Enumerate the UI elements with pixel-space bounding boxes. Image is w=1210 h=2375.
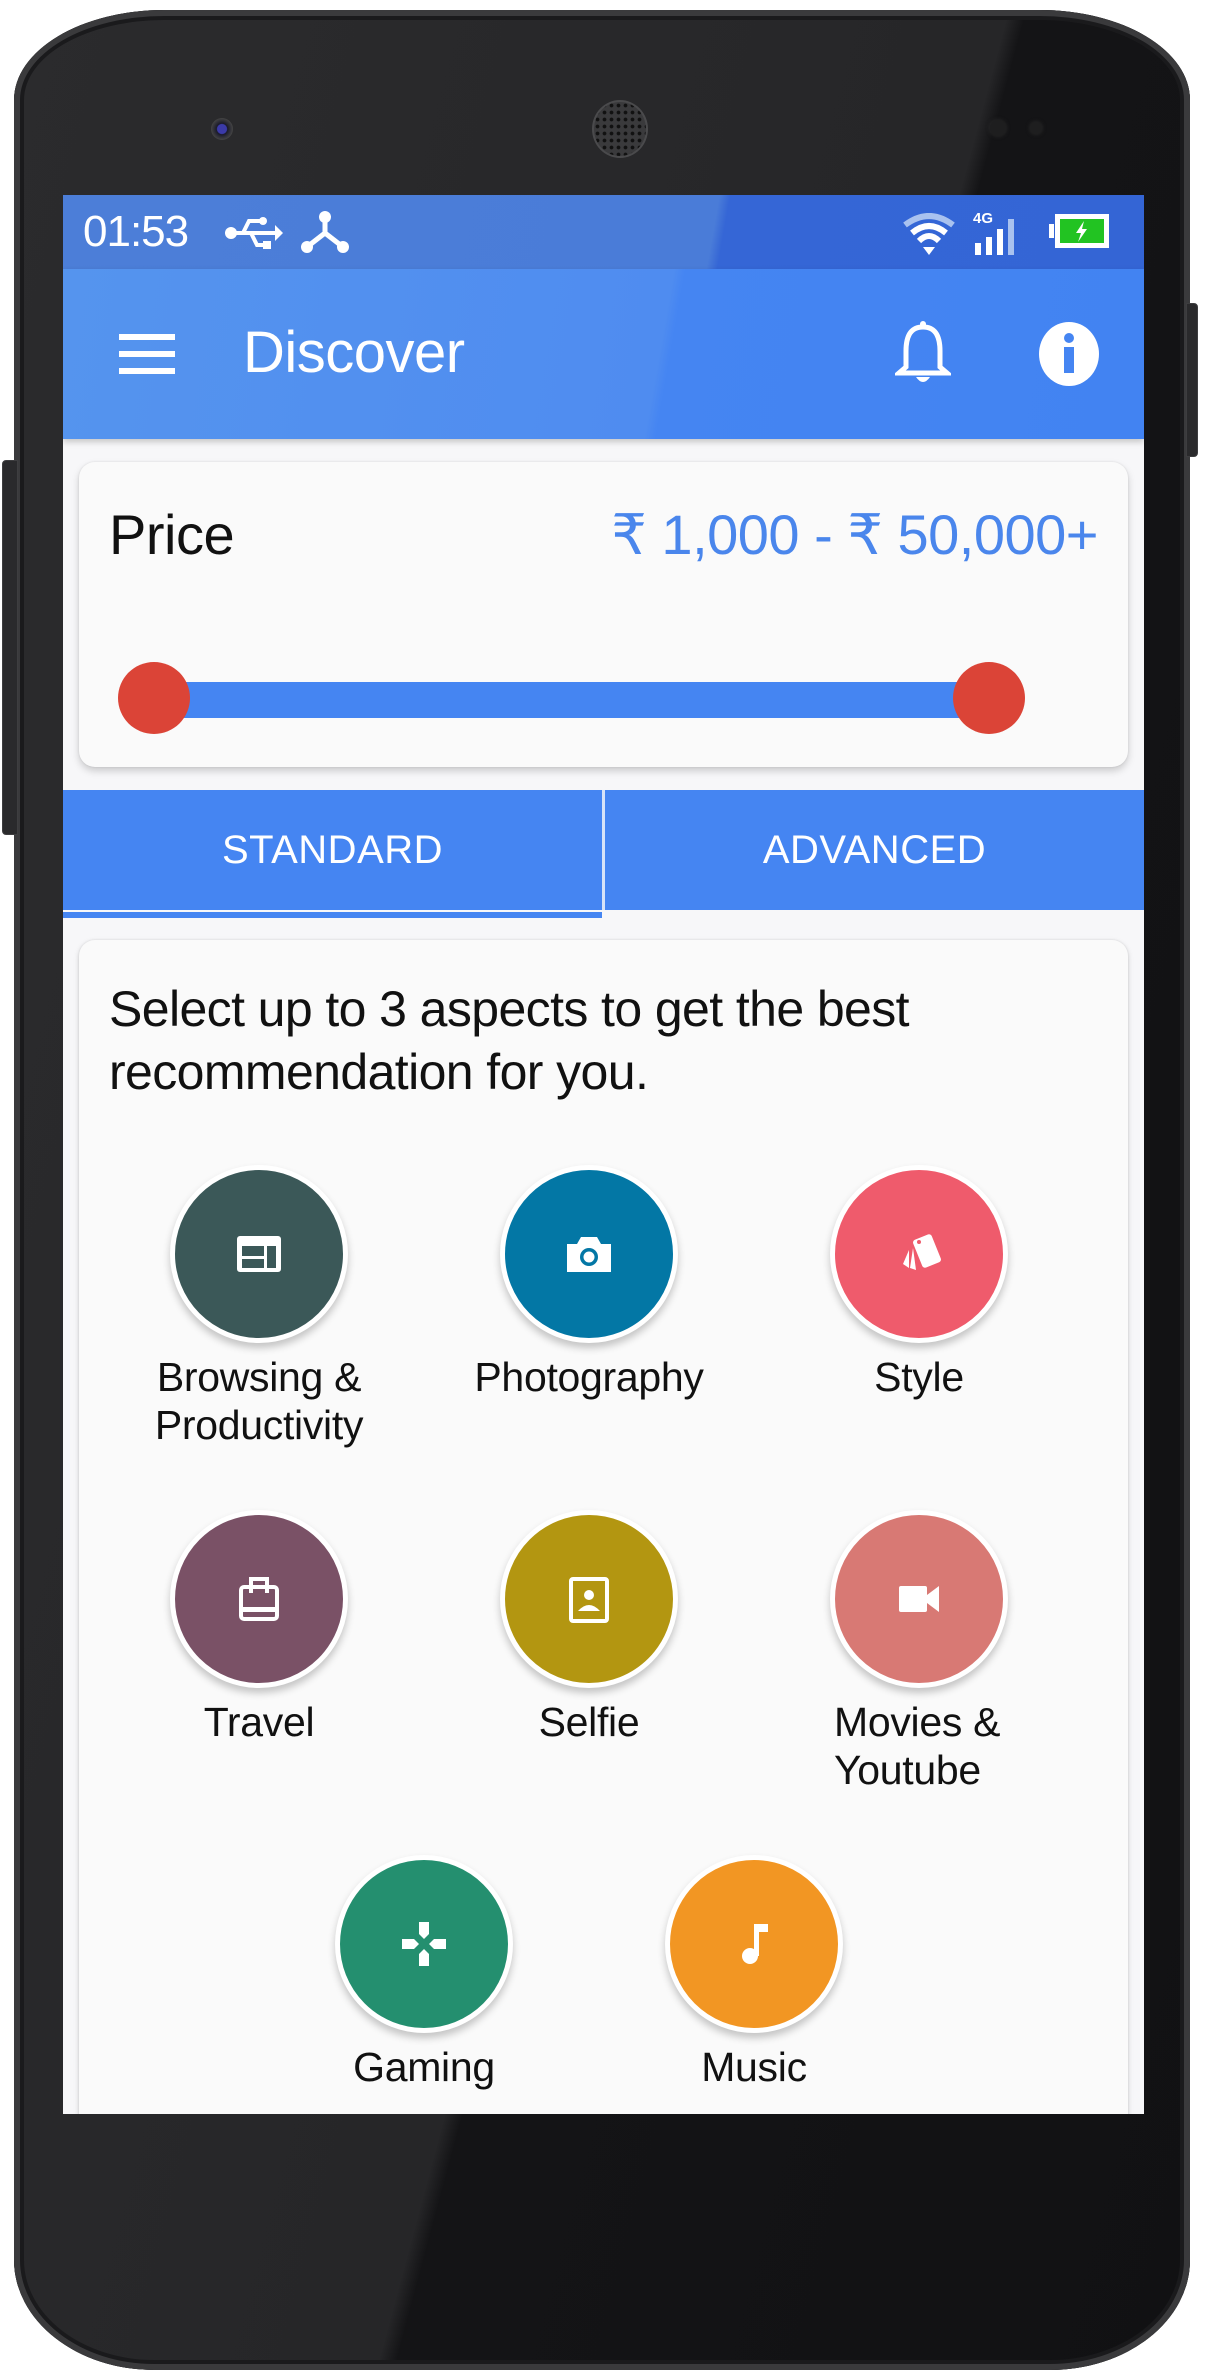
aspect-circle	[665, 1855, 843, 2033]
app-bar: Discover	[63, 269, 1144, 439]
status-time: 01:53	[83, 207, 189, 256]
proximity-sensor	[990, 120, 1006, 136]
active-tab-indicator	[63, 912, 602, 918]
portrait-icon	[569, 1577, 609, 1623]
page-title: Discover	[243, 320, 465, 385]
aspect-movies-youtube[interactable]: Movies & Youtube	[754, 1510, 1084, 1794]
aspect-label-line1: Movies &	[834, 1699, 1001, 1745]
aspect-label: Selfie	[424, 1698, 754, 1746]
tab-advanced-label: ADVANCED	[762, 827, 987, 872]
browser-window-icon	[237, 1236, 281, 1272]
aspect-label-line2: Productivity	[154, 1402, 364, 1448]
camera-icon	[567, 1237, 611, 1272]
aspects-card: Select up to 3 aspects to get the best r…	[79, 940, 1128, 2114]
aspect-label: Gaming	[259, 2043, 589, 2091]
slider-max-thumb[interactable]	[953, 662, 1025, 734]
tab-standard[interactable]: STANDARD	[63, 790, 602, 910]
aspect-selfie[interactable]: Selfie	[424, 1510, 754, 1746]
network-type-label: 4G	[973, 210, 993, 227]
aspect-circle	[830, 1510, 1008, 1688]
price-range-value: ₹ 1,000 - ₹ 50,000+	[611, 503, 1098, 566]
battery-charging-icon	[1049, 214, 1109, 248]
aspect-label-line2: Youtube	[834, 1747, 981, 1793]
aspect-label: Photography	[424, 1353, 754, 1401]
bell-icon[interactable]	[895, 321, 951, 387]
slider-min-thumb[interactable]	[118, 662, 190, 734]
light-sensor	[1030, 122, 1042, 134]
info-icon[interactable]	[1038, 321, 1100, 387]
volume-button	[2, 460, 18, 835]
aspect-circle	[170, 1510, 348, 1688]
aspect-label-line1: Photography	[474, 1354, 704, 1400]
mode-tabs: STANDARD ADVANCED	[63, 790, 1144, 920]
price-range-slider[interactable]	[118, 662, 1025, 734]
luggage-bag-icon	[239, 1577, 279, 1621]
screen: 01:53 4G Discover Price ₹ 1,000 - ₹ 50,0…	[63, 195, 1144, 2114]
aspect-label: Music	[589, 2043, 919, 2091]
aspects-prompt: Select up to 3 aspects to get the best r…	[109, 981, 910, 1100]
gamepad-icon	[402, 1922, 446, 1966]
aspect-label-line1: Gaming	[353, 2044, 495, 2090]
aspect-gaming[interactable]: Gaming	[259, 1855, 589, 2091]
earpiece-speaker	[592, 100, 648, 158]
price-label: Price	[109, 503, 235, 566]
aspect-circle	[335, 1855, 513, 2033]
power-button	[1186, 303, 1198, 457]
music-note-icon	[742, 1924, 768, 1964]
status-bar: 01:53 4G	[63, 195, 1144, 269]
front-camera	[211, 118, 233, 140]
aspect-circle	[830, 1165, 1008, 1343]
aspect-browsing-productivity[interactable]: Browsing & Productivity	[94, 1165, 424, 1449]
aspect-label-line1: Travel	[203, 1699, 315, 1745]
aspect-label-line1: Browsing &	[156, 1354, 362, 1400]
video-camera-icon	[899, 1586, 939, 1612]
signal-4g-icon: 4G	[973, 210, 1014, 255]
usb-icon	[225, 217, 283, 249]
aspect-style[interactable]: Style	[754, 1165, 1084, 1401]
aspect-label-line1: Selfie	[538, 1699, 640, 1745]
aspect-label: Style	[754, 1353, 1084, 1401]
aspect-circle	[500, 1510, 678, 1688]
tab-advanced[interactable]: ADVANCED	[605, 790, 1144, 910]
tab-standard-label: STANDARD	[221, 827, 444, 872]
price-filter-card: Price ₹ 1,000 - ₹ 50,000+	[79, 462, 1128, 767]
share-icon	[301, 211, 349, 253]
slider-track	[154, 682, 989, 718]
aspect-circle	[170, 1165, 348, 1343]
aspect-music[interactable]: Music	[589, 1855, 919, 2091]
wifi-icon	[903, 213, 955, 255]
aspect-label: Browsing & Productivity	[94, 1353, 424, 1449]
aspect-travel[interactable]: Travel	[94, 1510, 424, 1746]
aspect-label: Travel	[94, 1698, 424, 1746]
aspect-label-line1: Style	[874, 1354, 964, 1400]
aspect-photography[interactable]: Photography	[424, 1165, 754, 1401]
aspect-label: Movies & Youtube	[834, 1698, 1084, 1794]
menu-icon[interactable]	[117, 331, 177, 377]
swatch-cards-icon	[903, 1234, 941, 1270]
aspect-circle	[500, 1165, 678, 1343]
aspect-label-line1: Music	[701, 2044, 807, 2090]
